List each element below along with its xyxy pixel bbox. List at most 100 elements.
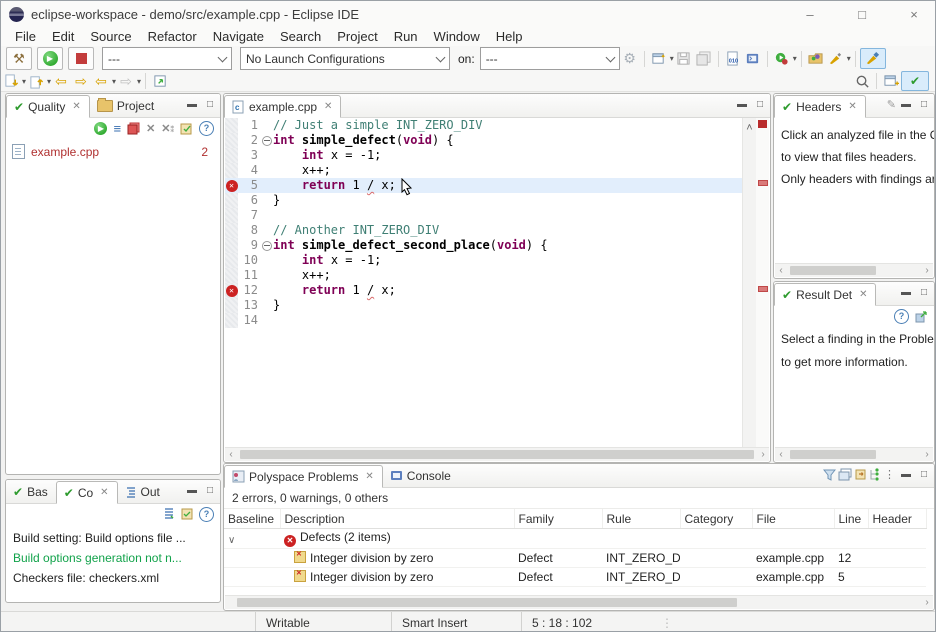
column-header-baseline[interactable]: Baseline	[224, 509, 280, 529]
table-row[interactable]: Integer division by zeroDefectINT_ZERO_D…	[224, 568, 926, 587]
problems-table-header[interactable]: BaselineDescriptionFamilyRuleCategoryFil…	[224, 509, 926, 529]
menu-run[interactable]: Run	[386, 28, 426, 45]
code-line-14[interactable]: 14	[225, 313, 743, 328]
binary-file-icon[interactable]: 010	[723, 51, 743, 66]
open-project-icon[interactable]	[806, 51, 826, 66]
close-icon[interactable]: ✕	[859, 289, 867, 300]
save-all-icon[interactable]	[694, 51, 714, 66]
code-editor[interactable]: 1// Just a simple INT_ZERO_DIV2int simpl…	[225, 118, 743, 447]
error-marker[interactable]	[758, 180, 768, 186]
next-annotation-icon[interactable]	[1, 74, 21, 89]
code-line-4[interactable]: 4 x++;	[225, 163, 743, 178]
code-line-8[interactable]: 8// Another INT_ZERO_DIV	[225, 223, 743, 238]
maximize-view-icon[interactable]: □	[916, 285, 932, 299]
previous-annotation-icon[interactable]	[26, 74, 46, 89]
close-icon[interactable]: ✕	[365, 471, 373, 482]
list-item[interactable]: example.cpp 2	[6, 142, 220, 161]
run-icon[interactable]: ▶	[94, 122, 107, 135]
scrollbar-thumb[interactable]	[790, 266, 876, 275]
maximize-view-icon[interactable]: □	[202, 483, 218, 497]
tab-polyspace-problems[interactable]: Polyspace Problems ✕	[224, 465, 383, 488]
column-header-rule[interactable]: Rule	[602, 509, 680, 529]
import-log-icon[interactable]	[854, 468, 867, 481]
chevron-down-icon[interactable]: ▾	[847, 54, 851, 63]
fold-collapse-icon[interactable]	[261, 238, 273, 253]
checklist-icon[interactable]	[180, 122, 193, 135]
editor-vertical-scrollbar[interactable]: ˄	[742, 118, 756, 447]
scroll-right-icon[interactable]: ›	[921, 449, 933, 460]
open-external-icon[interactable]	[915, 310, 928, 323]
menu-source[interactable]: Source	[82, 28, 139, 45]
menu-edit[interactable]: Edit	[44, 28, 82, 45]
minimize-view-icon[interactable]: ▬	[898, 467, 914, 481]
close-button[interactable]: ×	[897, 2, 931, 26]
polyspace-perspective-button[interactable]: ✔	[901, 71, 929, 91]
column-header-file[interactable]: File	[752, 509, 834, 529]
scroll-right-icon[interactable]: ›	[921, 265, 933, 276]
forward-history-icon[interactable]: ⇨	[71, 73, 91, 90]
tab-co[interactable]: ✔ Co ✕	[56, 481, 118, 504]
result-horizontal-scrollbar[interactable]: ‹ ›	[775, 447, 933, 461]
chevron-down-icon[interactable]: ▾	[137, 77, 141, 86]
fold-collapse-icon[interactable]	[261, 133, 273, 148]
scroll-left-icon[interactable]: ‹	[225, 449, 237, 460]
maximize-button[interactable]: □	[845, 2, 879, 26]
stop-analysis-button[interactable]	[68, 47, 94, 70]
maximize-view-icon[interactable]: □	[916, 97, 932, 111]
remove-icon[interactable]: ✕	[146, 122, 155, 135]
code-line-7[interactable]: 7	[225, 208, 743, 223]
editor-overview-ruler[interactable]	[756, 118, 769, 447]
forward-disabled-icon[interactable]: ⇨	[116, 73, 136, 90]
annotate-toggle-button[interactable]	[860, 48, 886, 69]
launch-config-combo[interactable]: No Launch Configurations	[240, 47, 450, 70]
menu-file[interactable]: File	[7, 28, 44, 45]
search-icon[interactable]	[852, 74, 872, 89]
code-line-5[interactable]: ✕5 return 1 / x;	[225, 178, 743, 193]
minimize-view-icon[interactable]: ▬	[898, 97, 914, 111]
help-icon[interactable]: ?	[199, 121, 214, 136]
column-header-header[interactable]: Header	[868, 509, 926, 529]
back-history-icon[interactable]: ⇦	[51, 73, 71, 90]
maximize-view-icon[interactable]: □	[752, 97, 768, 111]
code-line-2[interactable]: 2int simple_defect(void) {	[225, 133, 743, 148]
group-tree-icon[interactable]	[869, 468, 882, 481]
headers-horizontal-scrollbar[interactable]: ‹ ›	[775, 263, 933, 277]
code-line-12[interactable]: ✕12 return 1 / x;	[225, 283, 743, 298]
tab-bas[interactable]: ✔ Bas	[6, 480, 56, 503]
target-combo[interactable]: ---	[480, 47, 620, 70]
close-icon[interactable]: ✕	[100, 487, 108, 498]
chevron-down-icon[interactable]: ▾	[793, 54, 797, 63]
run-remote-icon[interactable]	[772, 51, 792, 66]
table-row[interactable]: Integer division by zeroDefectINT_ZERO_D…	[224, 549, 926, 568]
code-line-6[interactable]: 6}	[225, 193, 743, 208]
column-header-family[interactable]: Family	[514, 509, 602, 529]
run-analysis-button[interactable]: ▶	[37, 47, 63, 70]
editor-horizontal-scrollbar[interactable]: ‹ ›	[225, 447, 769, 461]
close-icon[interactable]: ✕	[72, 101, 80, 112]
tab-headers[interactable]: ✔ Headers ✕	[774, 95, 866, 118]
code-line-10[interactable]: 10 int x = -1;	[225, 253, 743, 268]
save-icon[interactable]	[674, 51, 694, 66]
tab-out[interactable]: Out	[118, 480, 168, 503]
close-icon[interactable]: ✕	[324, 101, 332, 112]
help-icon[interactable]: ?	[199, 507, 214, 522]
menu-project[interactable]: Project	[329, 28, 385, 45]
scrollbar-thumb[interactable]	[240, 450, 754, 459]
settings-list-icon[interactable]	[181, 508, 193, 520]
tab-result-details[interactable]: ✔ Result Det ✕	[774, 283, 876, 306]
menu-window[interactable]: Window	[426, 28, 488, 45]
build-hammer-button[interactable]: ⚒	[6, 47, 32, 70]
clear-icon[interactable]: ✎	[887, 98, 896, 111]
scroll-left-icon[interactable]: ‹	[775, 449, 787, 460]
view-menu-icon[interactable]: ⋮	[884, 468, 896, 481]
scrollbar-thumb[interactable]	[237, 598, 737, 607]
status-drag-handle[interactable]: ⋮	[651, 612, 673, 632]
tab-quality[interactable]: ✔ Quality ✕	[6, 95, 90, 118]
code-line-13[interactable]: 13}	[225, 298, 743, 313]
new-wizard-icon[interactable]: ✦	[649, 51, 669, 66]
scroll-right-icon[interactable]: ›	[757, 449, 769, 460]
expand-chevron-icon[interactable]: ∨	[228, 535, 235, 546]
filter-icon[interactable]	[823, 468, 836, 481]
build-config-combo[interactable]: ---	[102, 47, 232, 70]
menu-help[interactable]: Help	[488, 28, 531, 45]
